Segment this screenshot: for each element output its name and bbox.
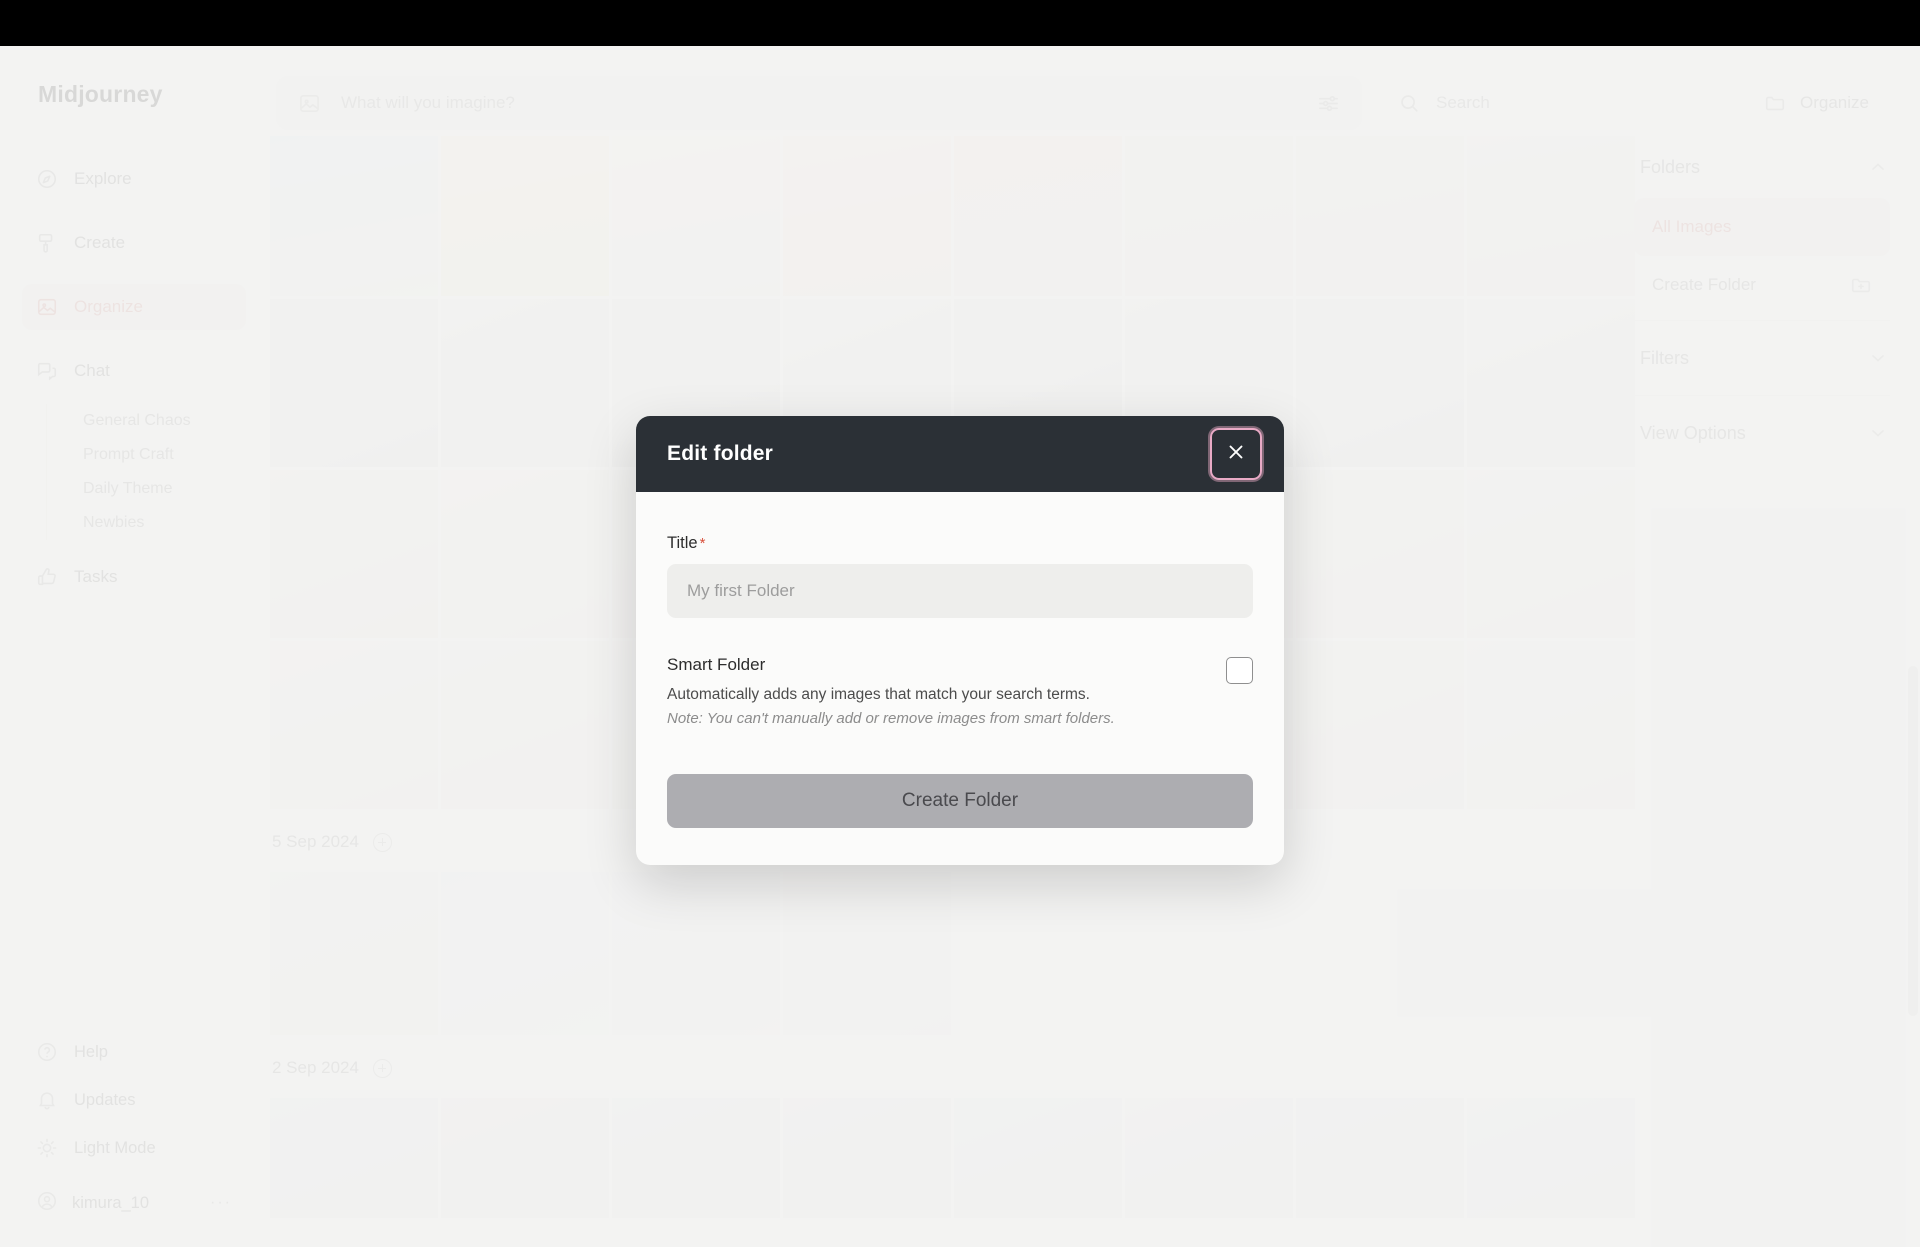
create-folder-submit-button[interactable]: Create Folder bbox=[667, 774, 1253, 828]
smart-folder-texts: Smart Folder Automatically adds any imag… bbox=[667, 655, 1115, 727]
smart-folder-label: Smart Folder bbox=[667, 655, 1115, 675]
required-marker: * bbox=[700, 535, 706, 552]
folder-title-input[interactable] bbox=[667, 564, 1253, 618]
smart-folder-description: Automatically adds any images that match… bbox=[667, 686, 1115, 704]
browser-chrome-bar bbox=[0, 0, 1920, 46]
title-field-label: Title* bbox=[667, 534, 1253, 553]
edit-folder-modal: Edit folder Title* Smart Folder Automati… bbox=[636, 416, 1284, 865]
title-label-text: Title bbox=[667, 534, 698, 552]
app-root: Midjourney Explore Create bbox=[0, 0, 1920, 1247]
smart-folder-section: Smart Folder Automatically adds any imag… bbox=[667, 655, 1253, 727]
modal-header: Edit folder bbox=[636, 416, 1284, 492]
modal-close-button[interactable] bbox=[1210, 428, 1262, 480]
smart-folder-checkbox[interactable] bbox=[1226, 657, 1253, 684]
smart-folder-note: Note: You can't manually add or remove i… bbox=[667, 710, 1115, 727]
modal-title: Edit folder bbox=[667, 442, 773, 466]
modal-body: Title* Smart Folder Automatically adds a… bbox=[636, 492, 1284, 865]
close-icon bbox=[1225, 441, 1247, 468]
